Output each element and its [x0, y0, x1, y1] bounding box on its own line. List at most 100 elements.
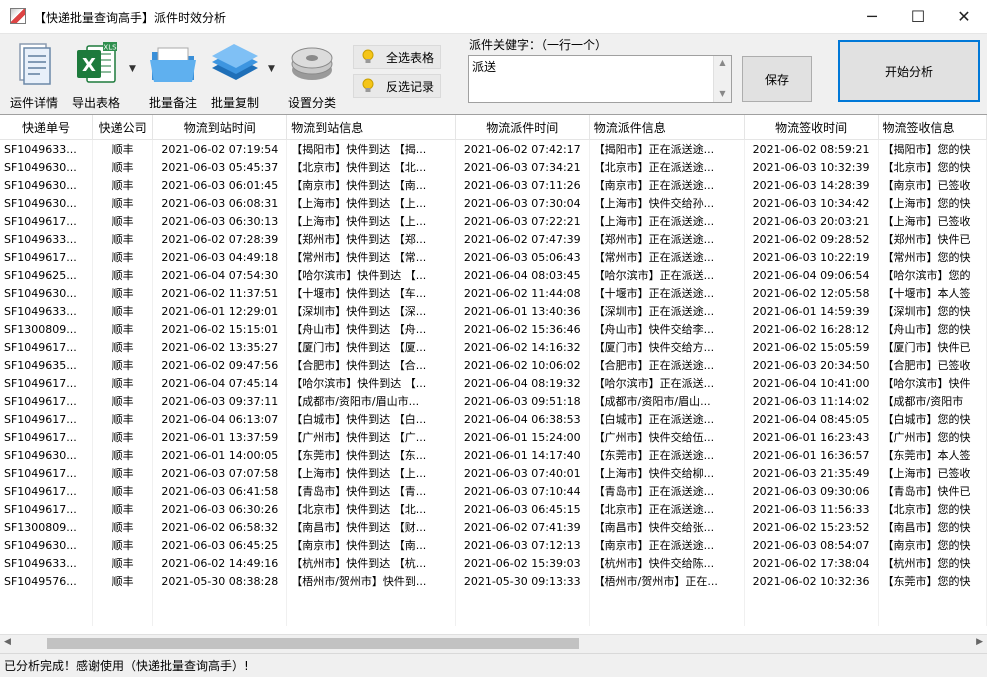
- table-cell: 【深圳市】正在派送途...: [589, 302, 744, 320]
- table-cell: 2021-06-01 13:37:59: [153, 428, 287, 446]
- column-header[interactable]: 物流到站时间: [153, 115, 287, 140]
- tool-label: 运件详情: [4, 94, 64, 111]
- table-cell: SF1049633...: [0, 140, 92, 159]
- table-row[interactable]: SF1049617...顺丰2021-06-04 07:45:14【哈尔滨市】快…: [0, 374, 987, 392]
- table-cell: 顺丰: [92, 392, 152, 410]
- table-cell: 【厦门市】快件已: [878, 338, 986, 356]
- table-row[interactable]: SF1049576...顺丰2021-05-30 08:38:28【梧州市/贺州…: [0, 572, 987, 590]
- table-cell: 【上海市】快件交给柳...: [589, 464, 744, 482]
- save-button[interactable]: 保存: [742, 56, 812, 102]
- table-row[interactable]: SF1049630...顺丰2021-06-02 11:37:51【十堰市】快件…: [0, 284, 987, 302]
- waybill-details-button[interactable]: 运件详情: [4, 40, 64, 112]
- column-header[interactable]: 快递单号: [0, 115, 92, 140]
- minimize-button[interactable]: ─: [849, 0, 895, 33]
- table-cell: 2021-06-03 10:34:42: [744, 194, 878, 212]
- table-cell: 2021-06-01 13:40:36: [455, 302, 589, 320]
- table-row[interactable]: SF1049625...顺丰2021-06-04 07:54:30【哈尔滨市】快…: [0, 266, 987, 284]
- table-cell: 2021-06-02 08:59:21: [744, 140, 878, 159]
- table-cell: 【常州市】正在派送途...: [589, 248, 744, 266]
- table-cell: 2021-06-02 15:15:01: [153, 320, 287, 338]
- table-cell: 2021-06-02 15:05:59: [744, 338, 878, 356]
- scroll-right-icon[interactable]: ▶: [976, 637, 983, 647]
- table-cell: SF1049625...: [0, 266, 92, 284]
- table-row[interactable]: SF1049635...顺丰2021-06-02 09:47:56【合肥市】快件…: [0, 356, 987, 374]
- batch-copy-button[interactable]: 批量复制: [205, 40, 265, 112]
- table-cell: 2021-06-02 07:28:39: [153, 230, 287, 248]
- export-table-button[interactable]: X XLS 导出表格: [66, 40, 126, 112]
- table-cell: SF1049576...: [0, 572, 92, 590]
- table-cell: 【白城市】快件到达 【白...: [287, 410, 456, 428]
- start-analysis-button[interactable]: 开始分析: [838, 40, 980, 102]
- keyword-scrollbar[interactable]: ▲ ▼: [713, 56, 731, 102]
- keyword-value: 派送: [472, 58, 496, 75]
- table-row[interactable]: SF1049633...顺丰2021-06-01 12:29:01【深圳市】快件…: [0, 302, 987, 320]
- empty-cell: [153, 608, 287, 626]
- maximize-button[interactable]: ☐: [895, 0, 941, 33]
- column-header[interactable]: 物流派件时间: [455, 115, 589, 140]
- table-row[interactable]: SF1049633...顺丰2021-06-02 07:19:54【揭阳市】快件…: [0, 140, 987, 159]
- table-cell: 2021-06-03 09:37:11: [153, 392, 287, 410]
- table-row[interactable]: SF1049630...顺丰2021-06-01 14:00:05【东莞市】快件…: [0, 446, 987, 464]
- table-row[interactable]: SF1049617...顺丰2021-06-03 09:37:11【成都市/资阳…: [0, 392, 987, 410]
- table-row[interactable]: SF1049617...顺丰2021-06-03 06:41:58【青岛市】快件…: [0, 482, 987, 500]
- table-cell: 顺丰: [92, 500, 152, 518]
- export-dropdown-arrow[interactable]: ▼: [129, 64, 136, 74]
- scroll-left-icon[interactable]: ◀: [4, 637, 11, 647]
- results-table[interactable]: 快递单号 快递公司 物流到站时间 物流到站信息 物流派件时间 物流派件信息 物流…: [0, 114, 987, 635]
- horizontal-scrollbar[interactable]: ◀ ▶: [0, 634, 987, 652]
- table-cell: 【郑州市】快件已: [878, 230, 986, 248]
- table-row[interactable]: SF1049617...顺丰2021-06-03 06:30:13【上海市】快件…: [0, 212, 987, 230]
- table-row[interactable]: SF1049630...顺丰2021-06-03 05:45:37【北京市】快件…: [0, 158, 987, 176]
- table-row[interactable]: SF1049633...顺丰2021-06-02 14:49:16【杭州市】快件…: [0, 554, 987, 572]
- table-row[interactable]: SF1049617...顺丰2021-06-03 04:49:18【常州市】快件…: [0, 248, 987, 266]
- scroll-thumb[interactable]: [47, 638, 579, 649]
- column-header[interactable]: 物流到站信息: [287, 115, 456, 140]
- table-row[interactable]: SF1049630...顺丰2021-06-03 06:45:25【南京市】快件…: [0, 536, 987, 554]
- table-row[interactable]: SF1049617...顺丰2021-06-03 07:07:58【上海市】快件…: [0, 464, 987, 482]
- batch-note-button[interactable]: 批量备注: [143, 40, 203, 112]
- table-row[interactable]: SF1049630...顺丰2021-06-03 06:01:45【南京市】快件…: [0, 176, 987, 194]
- gear-icon: [288, 42, 336, 86]
- table-row[interactable]: SF1049617...顺丰2021-06-03 06:30:26【北京市】快件…: [0, 500, 987, 518]
- table-cell: 2021-06-03 07:22:21: [455, 212, 589, 230]
- column-header[interactable]: 快递公司: [92, 115, 152, 140]
- table-cell: 顺丰: [92, 338, 152, 356]
- copy-dropdown-arrow[interactable]: ▼: [268, 64, 275, 74]
- table-cell: 顺丰: [92, 482, 152, 500]
- table-cell: SF1049617...: [0, 248, 92, 266]
- svg-text:X: X: [82, 55, 96, 76]
- set-category-button[interactable]: 设置分类: [282, 40, 342, 112]
- column-header[interactable]: 物流签收时间: [744, 115, 878, 140]
- column-header[interactable]: 物流签收信息: [878, 115, 986, 140]
- invert-selection-button[interactable]: 反选记录: [353, 74, 441, 98]
- column-header[interactable]: 物流派件信息: [589, 115, 744, 140]
- table-cell: 顺丰: [92, 302, 152, 320]
- table-cell: 【哈尔滨市】您的: [878, 266, 986, 284]
- table-cell: 2021-06-03 09:30:06: [744, 482, 878, 500]
- table-cell: 2021-06-02 14:49:16: [153, 554, 287, 572]
- table-cell: 顺丰: [92, 320, 152, 338]
- table-cell: 【广州市】您的快: [878, 428, 986, 446]
- table-cell: 【上海市】快件到达 【上...: [287, 464, 456, 482]
- table-cell: 顺丰: [92, 428, 152, 446]
- table-row[interactable]: SF1049617...顺丰2021-06-04 06:13:07【白城市】快件…: [0, 410, 987, 428]
- empty-cell: [744, 608, 878, 626]
- tool-label: 设置分类: [282, 94, 342, 111]
- table-row[interactable]: SF1300809...顺丰2021-06-02 06:58:32【南昌市】快件…: [0, 518, 987, 536]
- scroll-up-icon[interactable]: ▲: [714, 58, 731, 67]
- empty-cell: [92, 590, 152, 608]
- table-row[interactable]: SF1049633...顺丰2021-06-02 07:28:39【郑州市】快件…: [0, 230, 987, 248]
- table-row[interactable]: SF1049630...顺丰2021-06-03 06:08:31【上海市】快件…: [0, 194, 987, 212]
- table-cell: 顺丰: [92, 572, 152, 590]
- keyword-textarea[interactable]: 派送 ▲ ▼: [468, 55, 732, 103]
- table-row[interactable]: SF1049617...顺丰2021-06-01 13:37:59【广州市】快件…: [0, 428, 987, 446]
- table-cell: 顺丰: [92, 194, 152, 212]
- table-cell: 2021-06-02 10:32:36: [744, 572, 878, 590]
- table-cell: 2021-06-02 12:05:58: [744, 284, 878, 302]
- scroll-down-icon[interactable]: ▼: [714, 89, 731, 98]
- table-cell: 2021-06-04 09:06:54: [744, 266, 878, 284]
- table-row[interactable]: SF1049617...顺丰2021-06-02 13:35:27【厦门市】快件…: [0, 338, 987, 356]
- table-row[interactable]: SF1300809...顺丰2021-06-02 15:15:01【舟山市】快件…: [0, 320, 987, 338]
- select-all-button[interactable]: 全选表格: [353, 45, 441, 69]
- close-button[interactable]: ✕: [941, 0, 987, 33]
